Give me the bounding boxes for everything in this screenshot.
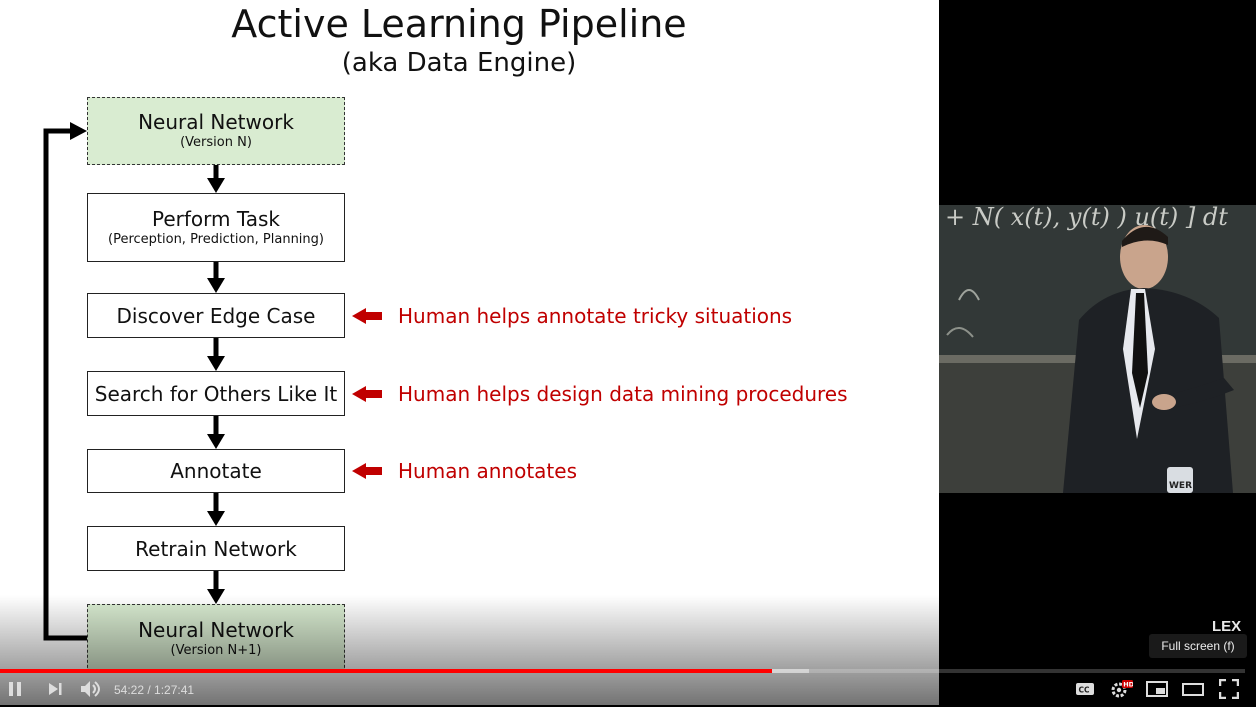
mute-button[interactable]	[76, 673, 106, 705]
step-sublabel: (Version N)	[180, 135, 252, 150]
theater-mode-button[interactable]	[1178, 673, 1208, 705]
step-label: Retrain Network	[135, 536, 297, 561]
pointer-arrow-1	[352, 308, 382, 324]
pointer-arrow-3	[352, 463, 382, 479]
step-sublabel: (Version N+1)	[170, 642, 262, 658]
step-neural-network-n-plus-1: Neural Network (Version N+1)	[87, 604, 345, 673]
next-button[interactable]	[40, 673, 70, 705]
note-data-mining: Human helps design data mining procedure…	[398, 382, 848, 406]
miniplayer-button[interactable]	[1142, 673, 1172, 705]
note-human-annotates: Human annotates	[398, 459, 577, 483]
captions-button[interactable]: CC	[1070, 673, 1100, 705]
step-sublabel: (Perception, Prediction, Planning)	[108, 231, 324, 247]
miniplayer-icon	[1146, 681, 1168, 697]
step-annotate: Annotate	[87, 449, 345, 493]
settings-button[interactable]: HD	[1106, 673, 1136, 705]
slide: Active Learning Pipeline (aka Data Engin…	[0, 0, 939, 705]
volume-icon	[81, 681, 100, 697]
player-controls: 54:22 / 1:27:41 CC HD	[0, 673, 1256, 705]
step-perform-task: Perform Task (Perception, Prediction, Pl…	[87, 193, 345, 262]
step-neural-network-n: Neural Network (Version N)	[87, 97, 345, 165]
play-pause-button[interactable]	[0, 673, 30, 705]
step-label: Discover Edge Case	[116, 303, 316, 328]
duration: 1:27:41	[154, 683, 195, 697]
fullscreen-icon	[1219, 679, 1239, 699]
step-label: Neural Network	[138, 110, 294, 134]
fullscreen-tooltip: Full screen (f)	[1149, 634, 1247, 658]
step-label: Annotate	[170, 459, 262, 483]
fullscreen-button[interactable]	[1214, 673, 1244, 705]
pointer-arrow-2	[352, 386, 382, 402]
step-label: Search for Others Like It	[94, 381, 338, 406]
current-time: 54:22	[114, 683, 145, 697]
cc-label: CC	[1079, 686, 1091, 695]
chalkboard-text: + N( x(t), y(t) ) u(t) ] dt	[945, 205, 1228, 231]
step-search-for-others: Search for Others Like It	[87, 371, 345, 416]
hd-badge-label: HD	[1123, 681, 1133, 689]
pause-icon	[9, 682, 21, 696]
step-label: Perform Task	[151, 206, 281, 231]
step-discover-edge-case: Discover Edge Case	[87, 293, 345, 338]
bottle-label: WER	[1169, 481, 1192, 491]
settings-icon: HD	[1111, 680, 1133, 698]
speaker-video-inset: + N( x(t), y(t) ) u(t) ] dt WER	[939, 205, 1256, 493]
captions-icon: CC	[1076, 683, 1094, 695]
time-separator: /	[144, 683, 155, 697]
next-icon	[49, 683, 62, 695]
step-retrain-network: Retrain Network	[87, 526, 345, 571]
theater-icon	[1182, 683, 1204, 696]
note-annotate-tricky: Human helps annotate tricky situations	[398, 304, 793, 328]
step-label: Neural Network	[138, 617, 294, 642]
time-display: 54:22 / 1:27:41	[114, 673, 194, 705]
channel-watermark: LEX	[1212, 618, 1242, 635]
speaker-scene: + N( x(t), y(t) ) u(t) ] dt WER	[939, 205, 1256, 493]
